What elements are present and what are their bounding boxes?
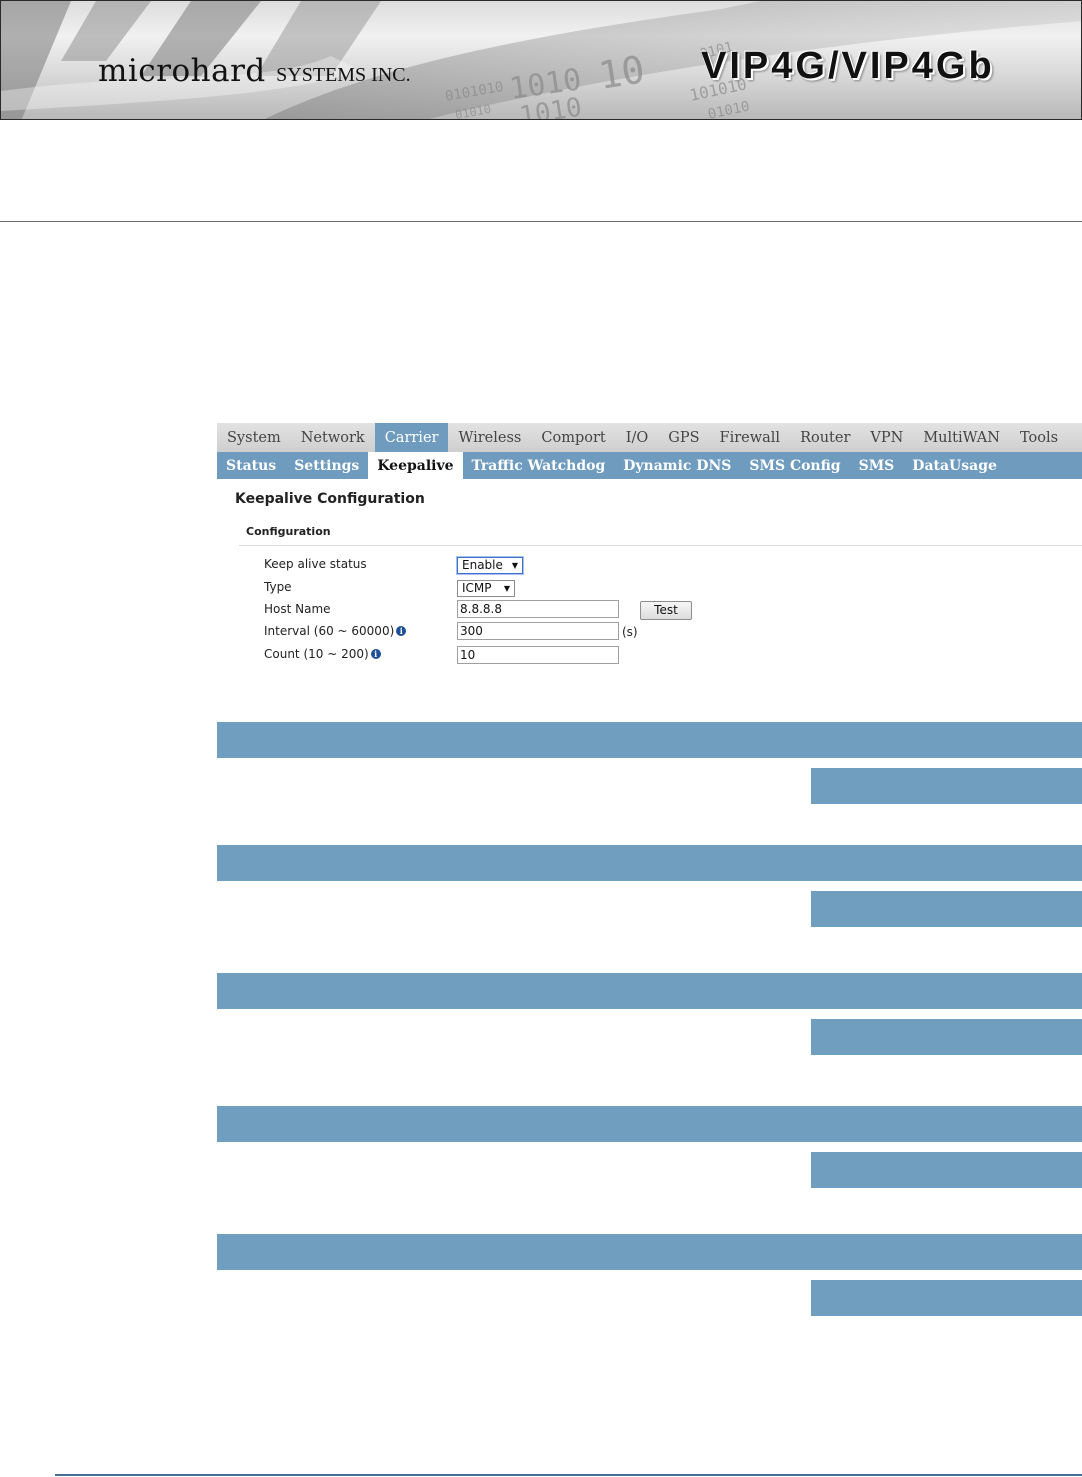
subtab-keepalive[interactable]: Keepalive	[368, 452, 463, 479]
nav-network[interactable]: Network	[291, 423, 375, 452]
section-header-bar	[217, 1234, 1082, 1270]
interval-label: Interval (60 ~ 60000) i	[264, 624, 407, 638]
nav-firewall[interactable]: Firewall	[710, 423, 791, 452]
value-bar	[811, 891, 1082, 927]
nav-vpn[interactable]: VPN	[860, 423, 913, 452]
caret-down-icon: ▼	[511, 561, 518, 570]
interval-input[interactable]: 300	[457, 622, 619, 640]
page-title: Keepalive Configuration	[235, 491, 425, 507]
value-bar	[811, 1280, 1082, 1316]
header-divider	[0, 221, 1082, 222]
nav-wireless[interactable]: Wireless	[448, 423, 531, 452]
value-bar	[811, 1152, 1082, 1188]
subtab-sms[interactable]: SMS	[850, 452, 904, 479]
brand-name: microhard	[98, 53, 266, 89]
sub-navigation: Status Settings Keepalive Traffic Watchd…	[217, 452, 1082, 479]
nav-router[interactable]: Router	[790, 423, 860, 452]
count-input[interactable]: 10	[457, 646, 619, 664]
brand-logo: microhard SYSTEMS INC.	[98, 53, 411, 89]
subtab-status[interactable]: Status	[217, 452, 285, 479]
type-label: Type	[264, 580, 292, 594]
svg-text:01010: 01010	[707, 98, 752, 120]
section-divider	[239, 545, 1082, 546]
nav-carrier[interactable]: Carrier	[374, 423, 449, 452]
nav-io[interactable]: I/O	[616, 423, 659, 452]
header-banner: 0101010 1010 10 01010 1010 0101 101010 0…	[0, 0, 1082, 120]
caret-down-icon: ▼	[503, 584, 510, 593]
value-bar	[811, 768, 1082, 804]
subtab-sms-config[interactable]: SMS Config	[740, 452, 849, 479]
nav-comport[interactable]: Comport	[531, 423, 615, 452]
product-title: VIP4G/VIP4Gb	[701, 45, 995, 87]
footer-divider	[55, 1474, 1082, 1476]
count-label-text: Count (10 ~ 200)	[264, 647, 369, 661]
type-select[interactable]: ICMP ▼	[457, 580, 515, 597]
host-name-label: Host Name	[264, 602, 331, 616]
svg-text:10: 10	[596, 47, 648, 98]
info-icon[interactable]: i	[396, 626, 407, 636]
nav-gps[interactable]: GPS	[658, 423, 709, 452]
interval-unit: (s)	[622, 625, 638, 639]
keep-alive-status-select[interactable]: Enable ▼	[457, 557, 523, 574]
section-header-bar	[217, 1106, 1082, 1142]
subtab-datausage[interactable]: DataUsage	[903, 452, 1006, 479]
keepalive-screenshot: System Network Carrier Wireless Comport …	[217, 423, 1082, 675]
interval-label-text: Interval (60 ~ 60000)	[264, 624, 395, 638]
info-icon[interactable]: i	[370, 649, 381, 659]
section-header-bar	[217, 722, 1082, 758]
section-title: Configuration	[246, 525, 331, 538]
top-navigation: System Network Carrier Wireless Comport …	[217, 423, 1082, 452]
subtab-traffic-watchdog[interactable]: Traffic Watchdog	[463, 452, 615, 479]
host-name-input[interactable]: 8.8.8.8	[457, 600, 619, 618]
type-value: ICMP	[462, 581, 492, 595]
brand-suffix: SYSTEMS INC.	[276, 64, 411, 86]
subtab-dynamic-dns[interactable]: Dynamic DNS	[614, 452, 740, 479]
section-header-bar	[217, 845, 1082, 881]
nav-system[interactable]: System	[217, 423, 291, 452]
nav-multiwan[interactable]: MultiWAN	[913, 423, 1010, 452]
section-header-bar	[217, 973, 1082, 1009]
test-button[interactable]: Test	[640, 601, 692, 620]
count-label: Count (10 ~ 200) i	[264, 647, 381, 661]
keep-alive-status-value: Enable	[462, 558, 503, 572]
value-bar	[811, 1019, 1082, 1055]
keep-alive-status-label: Keep alive status	[264, 557, 367, 571]
nav-tools[interactable]: Tools	[1010, 423, 1068, 452]
subtab-settings[interactable]: Settings	[285, 452, 368, 479]
